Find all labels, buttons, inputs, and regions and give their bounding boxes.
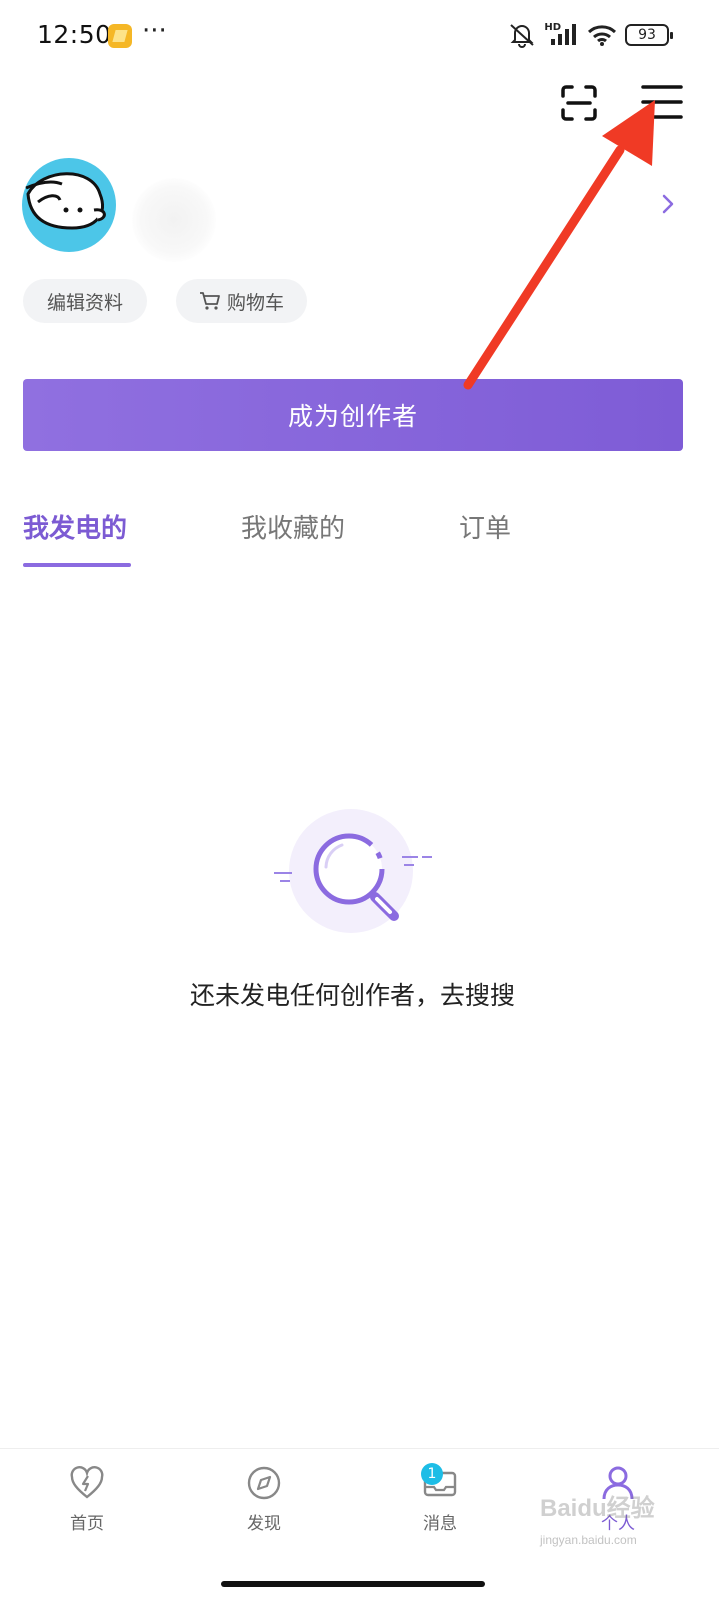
message-badge: 1 — [421, 1463, 443, 1485]
home-indicator — [221, 1581, 485, 1587]
avatar-cartoon-icon — [25, 172, 106, 230]
shopping-cart-button[interactable]: 购物车 — [176, 279, 307, 323]
become-creator-label: 成为创作者 — [287, 402, 418, 431]
chevron-right-icon[interactable] — [660, 192, 676, 216]
status-icons: HD 93 — [508, 21, 673, 48]
baidu-watermark-url: jingyan.baidu.com — [540, 1533, 637, 1547]
nav-messages-label: 消息 — [423, 1514, 457, 1534]
empty-state-message: 还未发电任何创作者，去搜搜 — [189, 981, 515, 1010]
tab-active-indicator — [23, 563, 131, 567]
mute-bell-icon — [510, 24, 535, 48]
nav-discover[interactable]: 发现 — [209, 1465, 319, 1535]
status-time: 12:50 — [37, 20, 112, 49]
tab-orders[interactable]: 订单 — [459, 508, 511, 545]
edit-profile-button[interactable]: 编辑资料 — [23, 279, 147, 323]
cart-icon — [199, 292, 220, 310]
empty-search-icon — [274, 809, 432, 933]
tab-my-powered[interactable]: 我发电的 — [23, 508, 127, 545]
nav-home[interactable]: 首页 — [32, 1465, 142, 1535]
scan-icon[interactable] — [560, 84, 598, 122]
edit-profile-label: 编辑资料 — [46, 291, 123, 314]
status-more-icon: ··· — [142, 16, 167, 46]
compass-icon — [247, 1466, 281, 1500]
wifi-icon — [587, 25, 617, 46]
status-bar: 12:50 ··· HD 93 — [0, 0, 719, 70]
notes-app-icon — [108, 24, 132, 48]
nav-discover-label: 发现 — [247, 1514, 281, 1534]
battery-icon: 93 — [625, 24, 673, 46]
menu-icon[interactable] — [641, 84, 683, 120]
shopping-cart-label: 购物车 — [226, 291, 284, 314]
become-creator-button[interactable]: 成为创作者 — [23, 379, 683, 451]
lightning-heart-icon — [70, 1466, 104, 1499]
tab-my-favorites[interactable]: 我收藏的 — [241, 508, 345, 545]
nav-messages[interactable]: 1 消息 — [385, 1463, 495, 1535]
avatar[interactable] — [22, 158, 116, 252]
username-blurred — [132, 178, 216, 262]
hd-label: HD — [544, 21, 561, 33]
nav-home-label: 首页 — [70, 1514, 104, 1534]
